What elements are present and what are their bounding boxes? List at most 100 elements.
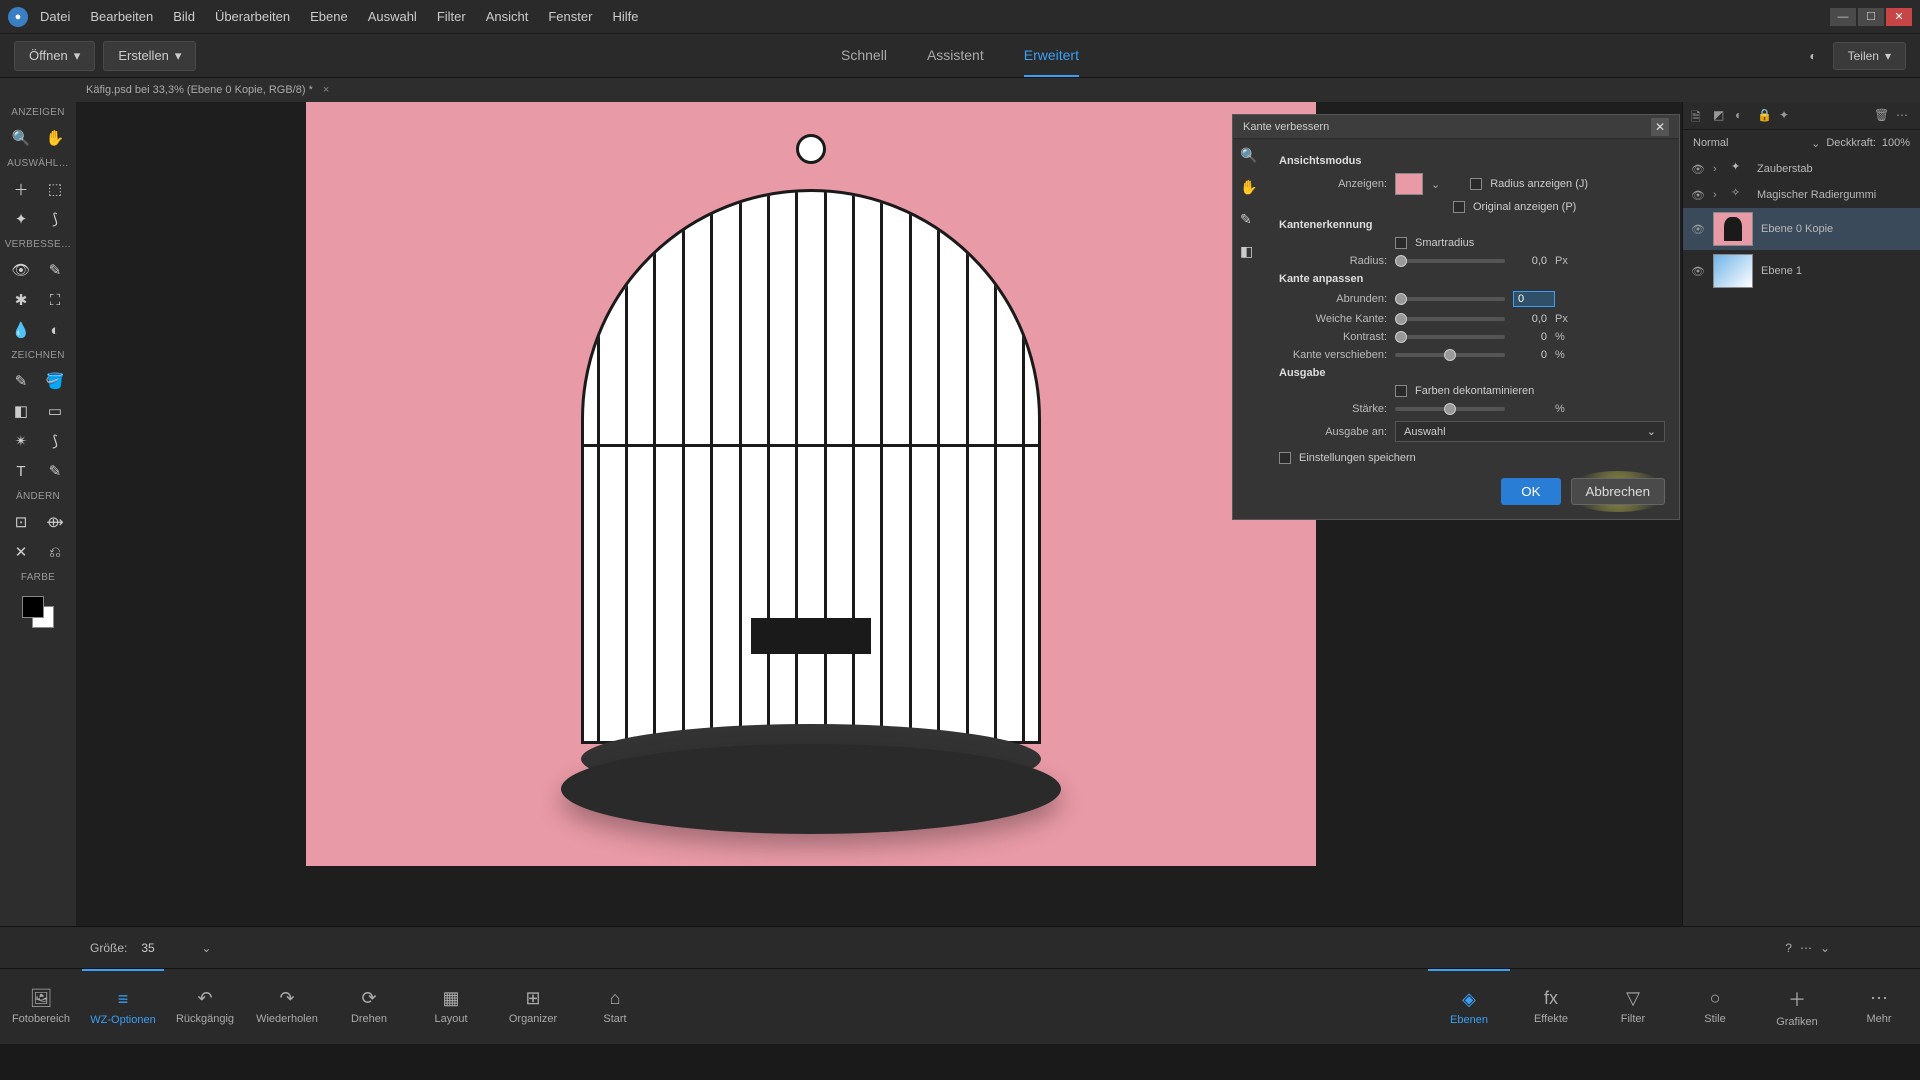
ok-button[interactable]: OK bbox=[1501, 478, 1560, 505]
radius-show-checkbox[interactable] bbox=[1470, 178, 1482, 190]
fx-icon[interactable]: ✦ bbox=[1779, 108, 1795, 124]
lock-icon[interactable]: 🔒 bbox=[1757, 108, 1773, 124]
trash-icon[interactable]: 🗑 bbox=[1874, 108, 1890, 124]
tool-button[interactable]: ✋ bbox=[45, 128, 65, 148]
layer-row[interactable]: 👁›✦Zauberstab bbox=[1683, 156, 1920, 182]
smart-radius-checkbox[interactable] bbox=[1395, 237, 1407, 249]
contrast-slider[interactable] bbox=[1395, 335, 1505, 339]
refine-brush-icon[interactable]: ✎ bbox=[1240, 211, 1258, 229]
mode-tab-erweitert[interactable]: Erweitert bbox=[1024, 35, 1079, 77]
bottom-wz-optionen[interactable]: ≡WZ-Optionen bbox=[82, 969, 164, 1044]
menu-hilfe[interactable]: Hilfe bbox=[612, 9, 638, 24]
cancel-button[interactable]: Abbrechen bbox=[1571, 478, 1665, 505]
create-button[interactable]: Erstellen▾ bbox=[103, 41, 196, 71]
menu-ebene[interactable]: Ebene bbox=[310, 9, 348, 24]
tool-button[interactable]: ✦ bbox=[11, 209, 31, 229]
tool-button[interactable]: ✕ bbox=[11, 542, 31, 562]
bottom-stile[interactable]: ○Stile bbox=[1674, 969, 1756, 1044]
bottom-ebenen[interactable]: ◈Ebenen bbox=[1428, 969, 1510, 1044]
tool-button[interactable]: ✱ bbox=[11, 290, 31, 310]
tool-button[interactable]: ⛶ bbox=[45, 290, 65, 310]
bottom-effekte[interactable]: fxEffekte bbox=[1510, 969, 1592, 1044]
bottom-start[interactable]: ⌂Start bbox=[574, 969, 656, 1044]
tool-button[interactable]: ⟆ bbox=[45, 431, 65, 451]
panel-menu-icon[interactable]: ⋯ bbox=[1896, 108, 1912, 124]
tool-button[interactable]: ▭ bbox=[45, 401, 65, 421]
document-tab[interactable]: Käfig.psd bei 33,3% (Ebene 0 Kopie, RGB/… bbox=[0, 78, 1920, 102]
bottom-drehen[interactable]: ⟳Drehen bbox=[328, 969, 410, 1044]
mask-icon[interactable]: ◩ bbox=[1713, 108, 1729, 124]
menu-bearbeiten[interactable]: Bearbeiten bbox=[90, 9, 153, 24]
bottom-layout[interactable]: ▦Layout bbox=[410, 969, 492, 1044]
layer-row[interactable]: 👁›✧Magischer Radiergummi bbox=[1683, 182, 1920, 208]
tool-button[interactable]: ✴ bbox=[11, 431, 31, 451]
feather-slider[interactable] bbox=[1395, 317, 1505, 321]
chevron-down-icon[interactable]: ⌄ bbox=[201, 941, 211, 955]
more-icon[interactable]: ⋯ bbox=[1800, 941, 1812, 955]
adjust-icon[interactable]: ◐ bbox=[1735, 108, 1751, 124]
tool-button[interactable]: ✎ bbox=[11, 371, 31, 391]
decontaminate-checkbox[interactable] bbox=[1395, 385, 1407, 397]
blend-mode-select[interactable]: Normal bbox=[1693, 137, 1805, 149]
tool-button[interactable]: 💧 bbox=[11, 320, 31, 340]
shift-slider[interactable] bbox=[1395, 353, 1505, 357]
close-window-button[interactable]: ✕ bbox=[1886, 8, 1912, 26]
bottom-organizer[interactable]: ⊞Organizer bbox=[492, 969, 574, 1044]
tool-button[interactable]: ⟴ bbox=[45, 512, 65, 532]
smooth-slider[interactable] bbox=[1395, 297, 1505, 301]
help-icon[interactable]: ? bbox=[1785, 941, 1792, 955]
chevron-down-icon[interactable]: ⌄ bbox=[1811, 137, 1820, 150]
tool-button[interactable]: ◐ bbox=[45, 320, 65, 340]
tool-button[interactable]: ✎ bbox=[45, 461, 65, 481]
tool-button[interactable]: ＋ bbox=[11, 179, 31, 199]
color-swatch[interactable] bbox=[22, 596, 54, 628]
menu-filter[interactable]: Filter bbox=[437, 9, 466, 24]
dialog-title-bar[interactable]: Kante verbessern ✕ bbox=[1233, 115, 1679, 139]
opacity-value[interactable]: 100% bbox=[1882, 137, 1910, 149]
canvas[interactable] bbox=[306, 102, 1316, 866]
layer-row[interactable]: 👁Ebene 0 Kopie bbox=[1683, 208, 1920, 250]
bottom-fotobereich[interactable]: 🖼Fotobereich bbox=[0, 969, 82, 1044]
minimize-button[interactable]: — bbox=[1830, 8, 1856, 26]
tool-button[interactable]: ◧ bbox=[11, 401, 31, 421]
menu-datei[interactable]: Datei bbox=[40, 9, 70, 24]
zoom-tool-icon[interactable]: 🔍 bbox=[1240, 147, 1258, 165]
dialog-close-icon[interactable]: ✕ bbox=[1651, 118, 1669, 136]
tool-button[interactable]: 👁 bbox=[11, 260, 31, 280]
new-layer-icon[interactable]: 🗎 bbox=[1691, 108, 1707, 124]
collapse-icon[interactable]: ⌄ bbox=[1820, 941, 1830, 955]
tool-button[interactable]: 🔍 bbox=[11, 128, 31, 148]
mode-tab-assistent[interactable]: Assistent bbox=[927, 35, 984, 77]
tool-button[interactable]: ⊡ bbox=[11, 512, 31, 532]
size-input[interactable]: 35 bbox=[141, 941, 187, 955]
bottom-mehr[interactable]: ⋯Mehr bbox=[1838, 969, 1920, 1044]
bottom-wiederholen[interactable]: ↷Wiederholen bbox=[246, 969, 328, 1044]
menu-fenster[interactable]: Fenster bbox=[548, 9, 592, 24]
open-button[interactable]: Öffnen▾ bbox=[14, 41, 95, 71]
theme-icon[interactable]: ◐ bbox=[1809, 49, 1816, 63]
tool-button[interactable]: T bbox=[11, 461, 31, 481]
mode-tab-schnell[interactable]: Schnell bbox=[841, 35, 887, 77]
tool-button[interactable]: ✎ bbox=[45, 260, 65, 280]
layer-row[interactable]: 👁Ebene 1 bbox=[1683, 250, 1920, 292]
radius-slider[interactable] bbox=[1395, 259, 1505, 263]
bottom-filter[interactable]: ▽Filter bbox=[1592, 969, 1674, 1044]
maximize-button[interactable]: ☐ bbox=[1858, 8, 1884, 26]
tool-button[interactable]: 🪣 bbox=[45, 371, 65, 391]
remember-checkbox[interactable] bbox=[1279, 452, 1291, 464]
original-show-checkbox[interactable] bbox=[1453, 201, 1465, 213]
view-preview[interactable] bbox=[1395, 173, 1423, 195]
tool-button[interactable]: ⬚ bbox=[45, 179, 65, 199]
smooth-input[interactable]: 0 bbox=[1513, 291, 1555, 307]
menu-auswahl[interactable]: Auswahl bbox=[368, 9, 417, 24]
chevron-down-icon[interactable]: ⌄ bbox=[1431, 178, 1440, 191]
share-button[interactable]: Teilen▾ bbox=[1833, 42, 1906, 70]
tool-button[interactable]: ⟆ bbox=[45, 209, 65, 229]
hand-tool-icon[interactable]: ✋ bbox=[1240, 179, 1258, 197]
output-select[interactable]: Auswahl⌄ bbox=[1395, 421, 1665, 442]
menu-bild[interactable]: Bild bbox=[173, 9, 195, 24]
erase-refine-icon[interactable]: ◧ bbox=[1240, 243, 1258, 261]
close-tab-icon[interactable]: × bbox=[323, 84, 329, 96]
menu-überarbeiten[interactable]: Überarbeiten bbox=[215, 9, 290, 24]
tool-button[interactable]: ⎌ bbox=[45, 542, 65, 562]
